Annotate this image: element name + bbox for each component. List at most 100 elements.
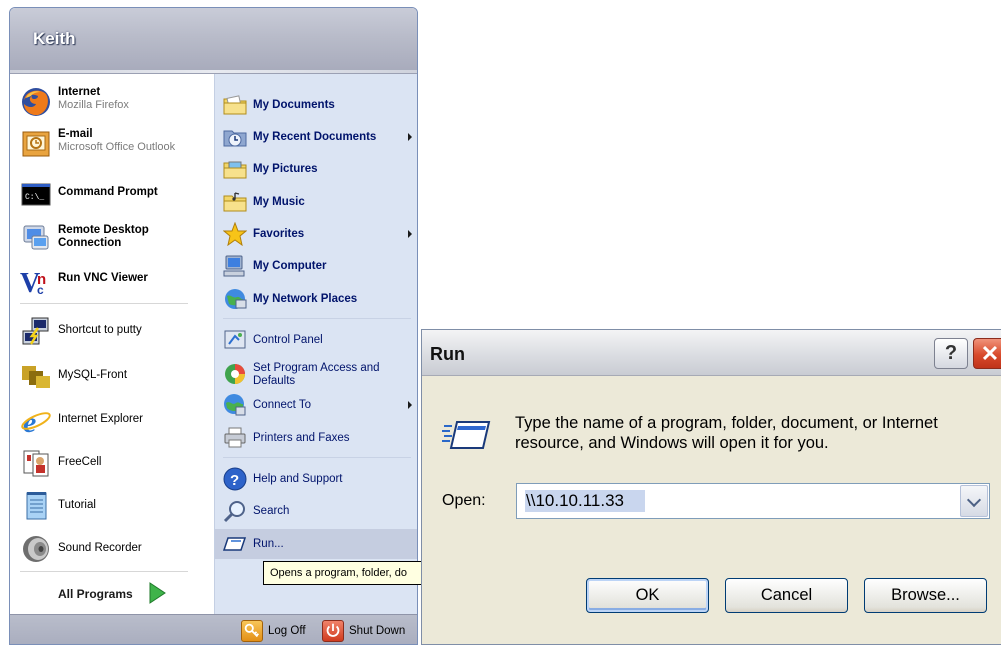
- all-programs-label: All Programs: [58, 587, 133, 601]
- folder-icon: [223, 95, 247, 115]
- run[interactable]: Run...: [215, 529, 417, 559]
- run-description: Type the name of a program, folder, docu…: [515, 414, 938, 452]
- set-program-access[interactable]: Set Program Access and Defaults: [215, 359, 417, 391]
- recent-command-prompt-label: Command Prompt: [58, 186, 158, 198]
- connect-to-icon: [224, 394, 246, 416]
- place-my-documents[interactable]: My Documents: [215, 90, 417, 120]
- power-icon: [322, 620, 344, 642]
- recent-mysql-front-label: MySQL-Front: [58, 369, 128, 381]
- chevron-down-icon[interactable]: [960, 485, 988, 517]
- firefox-icon: [22, 88, 50, 116]
- separator: [20, 303, 188, 304]
- recent-tutorial-label: Tutorial: [58, 499, 96, 511]
- svg-text:?: ?: [230, 472, 239, 489]
- start-menu-header: Keith: [10, 8, 417, 74]
- shut-down-label: Shut Down: [349, 625, 406, 637]
- printers-and-faxes-label: Printers and Faxes: [253, 432, 350, 444]
- recent-putty[interactable]: Shortcut to putty: [10, 312, 214, 352]
- music-folder-icon: [223, 192, 247, 212]
- recent-documents-icon: [223, 130, 247, 147]
- recent-internet-explorer[interactable]: e Internet Explorer: [10, 400, 214, 440]
- help-button[interactable]: ?: [934, 338, 968, 369]
- start-menu: Keith Internet Mozilla Firefox E-mail Micr…: [9, 7, 418, 645]
- dialog-title: Run: [430, 344, 465, 364]
- open-input[interactable]: [517, 484, 957, 518]
- control-panel-label: Control Panel: [253, 334, 323, 346]
- network-icon: [225, 289, 247, 309]
- recent-putty-label: Shortcut to putty: [58, 324, 142, 336]
- control-panel[interactable]: Control Panel: [215, 325, 417, 355]
- connect-to-label: Connect To: [253, 399, 311, 411]
- programs-pane: Internet Mozilla Firefox E-mail Microsoft …: [10, 74, 214, 614]
- submenu-arrow-icon: [408, 133, 412, 141]
- open-combobox[interactable]: [516, 483, 990, 519]
- separator: [223, 457, 411, 458]
- place-my-computer[interactable]: My Computer: [215, 251, 417, 281]
- place-my-recent-documents[interactable]: My Recent Documents: [215, 122, 417, 152]
- log-off-button[interactable]: Log Off: [241, 620, 306, 642]
- putty-icon: [22, 317, 49, 345]
- command-prompt-icon: C:\_: [21, 183, 51, 206]
- recent-remote-desktop-label: Remote Desktop Connection: [58, 224, 149, 249]
- cancel-button[interactable]: Cancel: [725, 578, 848, 613]
- open-label: Open:: [442, 492, 486, 509]
- place-my-network-places-label: My Network Places: [253, 293, 358, 305]
- pinned-email-subtitle: Microsoft Office Outlook: [58, 141, 176, 153]
- set-program-access-label: Set Program Access and Defaults: [253, 362, 380, 387]
- search[interactable]: Search: [215, 496, 417, 526]
- start-menu-footer: Log Off Shut Down: [10, 614, 417, 644]
- pinned-email[interactable]: E-mail Microsoft Office Outlook: [10, 124, 214, 164]
- recent-sound-recorder[interactable]: Sound Recorder: [10, 529, 214, 569]
- printers-and-faxes[interactable]: Printers and Faxes: [215, 423, 417, 453]
- recent-freecell[interactable]: FreeCell: [10, 443, 214, 483]
- speaker-icon: [23, 536, 49, 562]
- place-my-pictures-label: My Pictures: [253, 163, 318, 175]
- place-my-music[interactable]: My Music: [215, 187, 417, 217]
- help-and-support[interactable]: ? Help and Support: [215, 464, 417, 494]
- computer-icon: [223, 255, 245, 277]
- place-my-computer-label: My Computer: [253, 260, 327, 272]
- pictures-folder-icon: [223, 161, 247, 179]
- username: Keith: [33, 29, 76, 48]
- connect-to[interactable]: Connect To: [215, 390, 417, 420]
- recent-command-prompt[interactable]: C:\_ Command Prompt: [10, 176, 214, 212]
- pinned-internet-title: Internet: [58, 86, 101, 98]
- internet-explorer-icon: e: [21, 406, 51, 436]
- place-favorites-label: Favorites: [253, 228, 305, 240]
- help-and-support-label: Help and Support: [253, 473, 343, 485]
- notepad-icon: [26, 492, 47, 520]
- svg-text:c: c: [37, 283, 44, 296]
- recent-vnc-viewer[interactable]: V n c Run VNC Viewer: [10, 262, 214, 298]
- search-icon: [223, 501, 245, 523]
- recent-remote-desktop[interactable]: Remote Desktop Connection: [10, 218, 214, 258]
- separator: [223, 318, 411, 319]
- all-programs-button[interactable]: All Programs: [10, 577, 214, 609]
- pinned-internet-subtitle: Mozilla Firefox: [58, 99, 129, 111]
- place-my-pictures[interactable]: My Pictures: [215, 154, 417, 184]
- place-favorites[interactable]: Favorites: [215, 219, 417, 249]
- arrow-right-icon: [149, 582, 166, 604]
- star-icon: [223, 222, 247, 246]
- svg-text:C:\_: C:\_: [25, 193, 44, 202]
- place-my-network-places[interactable]: My Network Places: [215, 284, 417, 314]
- run-icon: [442, 421, 491, 449]
- submenu-arrow-icon: [408, 230, 412, 238]
- close-button[interactable]: ✕: [973, 338, 1001, 369]
- search-label: Search: [253, 505, 290, 517]
- place-my-recent-documents-label: My Recent Documents: [253, 131, 377, 143]
- key-icon: [241, 620, 263, 642]
- recent-mysql-front[interactable]: MySQL-Front: [10, 356, 214, 396]
- ok-button[interactable]: OK: [586, 578, 709, 613]
- title-bar[interactable]: Run ? ✕: [422, 330, 1001, 376]
- recent-tutorial[interactable]: Tutorial: [10, 486, 214, 526]
- mysql-front-icon: [22, 366, 50, 388]
- printer-icon: [224, 427, 246, 448]
- remote-desktop-icon: [23, 225, 49, 250]
- place-my-documents-label: My Documents: [253, 99, 335, 111]
- run-icon: [223, 537, 247, 551]
- shut-down-button[interactable]: Shut Down: [322, 620, 405, 642]
- browse-button[interactable]: Browse...: [864, 578, 987, 613]
- run-dialog: Run ? ✕ Type the name of a program, fold…: [421, 329, 1001, 645]
- place-my-music-label: My Music: [253, 196, 305, 208]
- pinned-internet[interactable]: Internet Mozilla Firefox: [10, 82, 214, 122]
